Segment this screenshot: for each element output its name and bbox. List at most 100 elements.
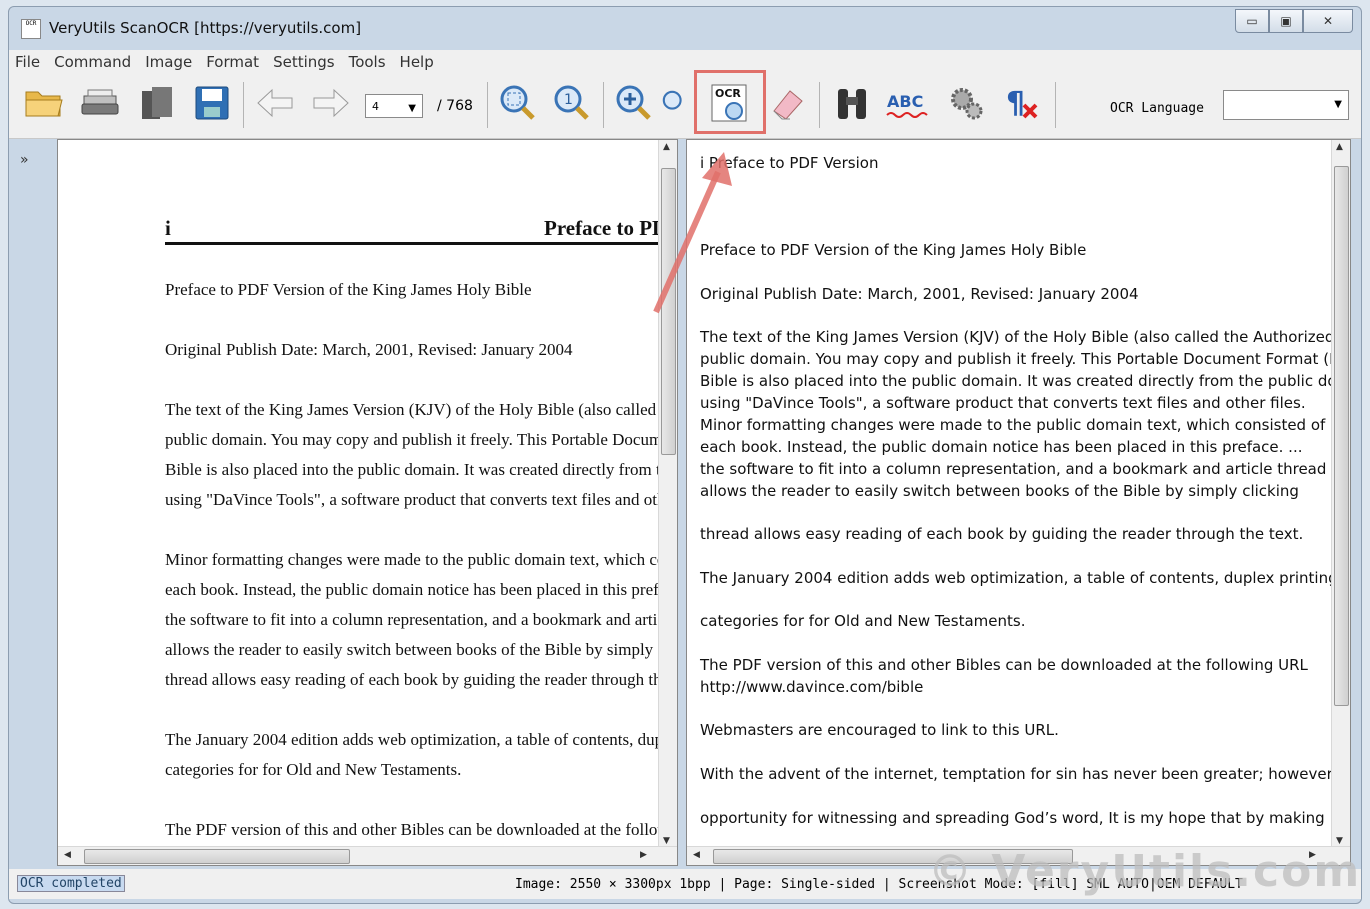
ocr-line: With the advent of the internet, temptat… <box>700 765 1333 783</box>
paragraph-delete-icon: ¶ <box>1006 86 1038 121</box>
window-controls: ▭ ▣ ✕ <box>1235 9 1353 33</box>
page-number-value: 4 <box>372 99 379 113</box>
spellcheck-icon: ABC <box>886 92 928 118</box>
scan-button[interactable] <box>77 80 123 126</box>
page-number-select[interactable]: 4 ▼ <box>365 94 423 118</box>
sidebar-toggle[interactable]: » <box>20 152 29 168</box>
ocr-line: The text of the King James Version (KJV)… <box>700 328 1350 346</box>
menu-file[interactable]: File <box>9 53 48 71</box>
ocr-language-select[interactable]: ▼ <box>1223 90 1349 120</box>
doc-line: categories for for Old and New Testament… <box>165 760 462 779</box>
menu-help[interactable]: Help <box>394 53 442 71</box>
ocr-line: public domain. You may copy and publish … <box>700 350 1350 368</box>
scroll-up-icon[interactable]: ▲ <box>1336 142 1343 152</box>
spellcheck-button[interactable]: ABC <box>885 80 931 126</box>
ocr-line: Bible is also placed into the public dom… <box>700 372 1351 390</box>
svg-text:¶: ¶ <box>1006 86 1025 121</box>
menu-image[interactable]: Image <box>139 53 200 71</box>
ocr-line: Webmasters are encouraged to link to thi… <box>700 721 1059 739</box>
scroll-left-icon[interactable]: ◀ <box>693 850 700 860</box>
clipboard-icon <box>142 87 172 119</box>
ocr-line: thread allows easy reading of each book … <box>700 525 1304 543</box>
eraser-button[interactable] <box>765 80 811 126</box>
find-button[interactable] <box>829 80 875 126</box>
doc-line: using "DaVince Tools", a software produc… <box>165 490 678 509</box>
ocr-line: Original Publish Date: March, 2001, Revi… <box>700 285 1139 303</box>
doc-line: The text of the King James Version (KJV)… <box>165 400 677 419</box>
close-button[interactable]: ✕ <box>1303 9 1353 33</box>
menu-bar: File Command Image Format Settings Tools… <box>9 50 1361 74</box>
arrow-right-icon <box>313 88 349 118</box>
svg-text:1: 1 <box>564 92 573 108</box>
image-vertical-scrollbar[interactable]: ▲ ▼ <box>658 140 677 848</box>
scrollbar-thumb[interactable] <box>84 849 350 864</box>
zoom-out-button[interactable] <box>661 80 689 126</box>
svg-text:ABC: ABC <box>887 92 923 111</box>
ocr-line: each book. Instead, the public domain no… <box>700 438 1303 456</box>
scroll-down-icon[interactable]: ▼ <box>1336 836 1343 846</box>
scrollbar-thumb[interactable] <box>661 168 676 455</box>
doc-line: Preface to PDF Version of the King James… <box>165 280 532 299</box>
menu-settings[interactable]: Settings <box>267 53 343 71</box>
menu-tools[interactable]: Tools <box>343 53 394 71</box>
menu-format[interactable]: Format <box>200 53 267 71</box>
ocr-line: the software to fit into a column repres… <box>700 460 1327 478</box>
zoom-in-icon <box>616 85 651 120</box>
doc-line: The January 2004 edition adds web optimi… <box>165 730 677 749</box>
next-page-button[interactable] <box>307 80 353 126</box>
zoom-actual-button[interactable]: 1 <box>549 80 595 126</box>
doc-line: The PDF version of this and other Bibles… <box>165 820 678 839</box>
app-icon: OCR <box>21 19 41 39</box>
binoculars-icon <box>838 89 866 119</box>
doc-line: allows the reader to easily switch betwe… <box>165 640 678 659</box>
page-header: i Preface to PDF Version <box>165 216 677 245</box>
image-viewer-pane[interactable]: i Preface to PDF Version Preface to PDF … <box>57 139 678 866</box>
scroll-left-icon[interactable]: ◀ <box>64 850 71 860</box>
folder-icon <box>25 91 63 117</box>
scroll-right-icon[interactable]: ▶ <box>640 850 647 860</box>
doc-line: Minor formatting changes were made to th… <box>165 550 678 569</box>
doc-line: public domain. You may copy and publish … <box>165 430 678 449</box>
previous-page-button[interactable] <box>253 80 299 126</box>
floppy-disk-icon <box>195 86 229 120</box>
ocr-line: allows the reader to easily switch betwe… <box>700 482 1299 500</box>
window-title: VeryUtils ScanOCR [https://veryutils.com… <box>49 19 362 37</box>
ocr-text-pane[interactable]: i Preface to PDF Version Preface to PDF … <box>686 139 1351 866</box>
save-button[interactable] <box>189 80 235 126</box>
chevron-down-icon: ▼ <box>408 103 416 114</box>
zoom-fit-icon <box>500 85 535 120</box>
ocr-line: using "DaVince Tools", a software produc… <box>700 394 1306 412</box>
text-vertical-scrollbar[interactable]: ▲ ▼ <box>1331 140 1350 848</box>
doc-line: thread allows easy reading of each book … <box>165 670 678 689</box>
ocr-line: Minor formatting changes were made to th… <box>700 416 1326 434</box>
image-horizontal-scrollbar[interactable]: ◀ ▶ <box>58 846 677 865</box>
toolbar: 4 ▼ / 768 1 OCR ABC ¶ OCR Language ▼ <box>9 74 1361 139</box>
chevron-down-icon: ▼ <box>1334 99 1342 110</box>
paste-button[interactable] <box>133 80 179 126</box>
scanner-icon <box>81 89 119 115</box>
eraser-icon <box>773 90 803 120</box>
doc-line: Original Publish Date: March, 2001, Revi… <box>165 340 573 359</box>
ocr-language-label: OCR Language <box>1110 101 1204 116</box>
minimize-button[interactable]: ▭ <box>1235 9 1269 33</box>
menu-command[interactable]: Command <box>48 53 139 71</box>
ocr-line: Preface to PDF Version of the King James… <box>700 241 1087 259</box>
ocr-line: The PDF version of this and other Bibles… <box>700 656 1308 674</box>
gears-icon <box>951 88 983 120</box>
ocr-line: http://www.davince.com/bible <box>700 678 924 696</box>
settings-button[interactable] <box>943 80 989 126</box>
zoom-out-icon <box>662 90 682 110</box>
open-folder-button[interactable] <box>21 80 67 126</box>
page-total: / 768 <box>437 98 473 114</box>
maximize-button[interactable]: ▣ <box>1269 9 1303 33</box>
watermark: © VeryUtils.com <box>928 846 1362 897</box>
clear-format-button[interactable]: ¶ <box>999 80 1045 126</box>
status-message: OCR completed <box>17 875 125 892</box>
scroll-down-icon[interactable]: ▼ <box>663 836 670 846</box>
doc-line: the software to fit into a column repres… <box>165 610 678 629</box>
scrollbar-thumb[interactable] <box>1334 166 1349 706</box>
zoom-in-button[interactable] <box>611 80 657 126</box>
scroll-up-icon[interactable]: ▲ <box>663 142 670 152</box>
ocr-button-highlight <box>694 70 766 134</box>
zoom-fit-button[interactable] <box>495 80 541 126</box>
